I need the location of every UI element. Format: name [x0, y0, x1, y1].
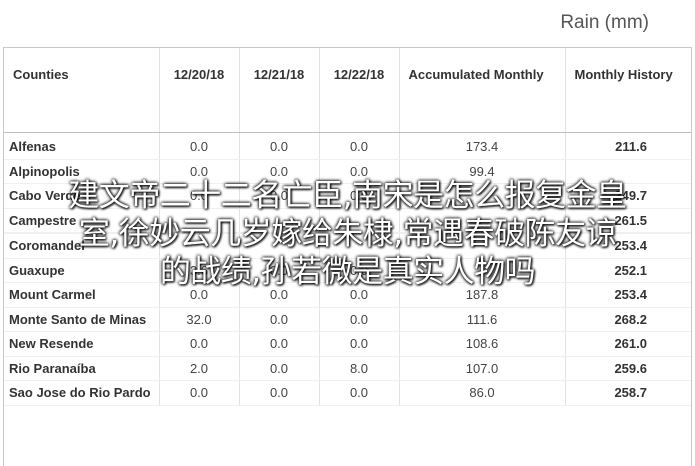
rain-value-date-1 [158, 208, 239, 233]
monthly-history-value: 253.4 [564, 233, 691, 259]
rain-value-date-3: 8.0 [318, 356, 399, 381]
rain-value-date-3 [318, 208, 399, 233]
county-name: Monte Santo de Minas [4, 307, 159, 332]
column-header-date-2[interactable]: 12/21/18 [238, 48, 319, 133]
table-row: Campestre 261.5 [4, 208, 691, 233]
table-row: Alpinopolis 0.0 0.0 0.0 99.4 [4, 159, 691, 184]
rain-value-date-1: 3.6 [158, 258, 239, 283]
rain-value-date-2 [238, 233, 319, 259]
table-header-row: Counties 12/20/18 12/21/18 12/22/18 Accu… [4, 48, 691, 133]
rain-value-date-1: 0.0 [158, 380, 239, 406]
accumulated-monthly-value: 173.4 [398, 132, 565, 160]
county-name: Rio Paranaíba [4, 356, 159, 381]
table-row: Guaxupe 3.6 0.0 0.0 252.1 [4, 258, 691, 283]
county-name: Coromandel [4, 233, 159, 259]
county-name: Alfenas [4, 132, 159, 160]
accumulated-monthly-value: 86.0 [398, 380, 565, 406]
column-header-counties[interactable]: Counties [4, 48, 159, 133]
rain-value-date-3: 0.0 [318, 159, 399, 184]
rain-table-container: Counties 12/20/18 12/21/18 12/22/18 Accu… [3, 47, 692, 466]
table-row: New Resende 0.0 0.0 0.0 108.6 261.0 [4, 331, 691, 357]
rain-value-date-1: 0.0 [158, 132, 239, 160]
monthly-history-value: 258.7 [564, 380, 691, 406]
rain-value-date-1: 0.0 [158, 282, 239, 308]
table-row: Mount Carmel 0.0 0.0 0.0 187.8 253.4 [4, 282, 691, 308]
monthly-history-value: 252.1 [564, 258, 691, 283]
rain-value-date-2 [238, 208, 319, 233]
monthly-history-value: 261.5 [564, 208, 691, 233]
rain-value-date-3 [318, 233, 399, 259]
rain-value-date-2: 0.0 [238, 331, 319, 357]
rain-value-date-2: 0.0 [238, 307, 319, 332]
monthly-history-value: 253.4 [564, 282, 691, 308]
rain-value-date-1: 2.0 [158, 356, 239, 381]
rain-value-date-3: 0.0 [318, 307, 399, 332]
chart-title: Rain (mm) [560, 12, 649, 33]
accumulated-monthly-value [398, 183, 565, 209]
rain-value-date-1: 0.0 [158, 159, 239, 184]
monthly-history-value: 268.2 [564, 307, 691, 332]
monthly-history-value [564, 159, 691, 184]
rain-value-date-3: 0.0 [318, 183, 399, 209]
table-row: Alfenas 0.0 0.0 0.0 173.4 211.6 [4, 132, 691, 160]
rain-value-date-1 [158, 233, 239, 259]
county-name: Sao Jose do Rio Pardo [4, 380, 159, 406]
table-row: Rio Paranaíba 2.0 0.0 8.0 107.0 259.6 [4, 356, 691, 381]
rain-value-date-3: 0.0 [318, 258, 399, 283]
monthly-history-value: 249.7 [564, 183, 691, 209]
rain-value-date-3: 0.0 [318, 132, 399, 160]
rain-value-date-3: 0.0 [318, 331, 399, 357]
monthly-history-value: 259.6 [564, 356, 691, 381]
county-name: Cabo Verde [4, 183, 159, 209]
rain-value-date-2: 0.0 [238, 282, 319, 308]
accumulated-monthly-value: 107.0 [398, 356, 565, 381]
accumulated-monthly-value: 111.6 [398, 307, 565, 332]
table-row: Coromandel 253.4 [4, 233, 691, 259]
rain-value-date-1: 0.0 [158, 183, 239, 209]
accumulated-monthly-value: 99.4 [398, 159, 565, 184]
county-name: Campestre [4, 208, 159, 233]
rain-value-date-2: 0.0 [238, 159, 319, 184]
county-name: Guaxupe [4, 258, 159, 283]
accumulated-monthly-value [398, 233, 565, 259]
table-row: Monte Santo de Minas 32.0 0.0 0.0 111.6 … [4, 307, 691, 332]
table-row: Cabo Verde 0.0 0.0 0.0 249.7 [4, 183, 691, 209]
rain-value-date-3: 0.0 [318, 282, 399, 308]
column-header-date-1[interactable]: 12/20/18 [158, 48, 239, 133]
monthly-history-value: 261.0 [564, 331, 691, 357]
column-header-accumulated-monthly[interactable]: Accumulated Monthly [398, 48, 565, 133]
county-name: Alpinopolis [4, 159, 159, 184]
rain-value-date-1: 32.0 [158, 307, 239, 332]
rain-value-date-2: 0.0 [238, 356, 319, 381]
rain-value-date-2: 0.0 [238, 183, 319, 209]
column-header-date-3[interactable]: 12/22/18 [318, 48, 399, 133]
rain-value-date-2: 0.0 [238, 258, 319, 283]
rain-table: Counties 12/20/18 12/21/18 12/22/18 Accu… [4, 48, 691, 406]
accumulated-monthly-value: 187.8 [398, 282, 565, 308]
rain-value-date-2: 0.0 [238, 380, 319, 406]
county-name: New Resende [4, 331, 159, 357]
rain-value-date-3: 0.0 [318, 380, 399, 406]
monthly-history-value: 211.6 [564, 132, 691, 160]
accumulated-monthly-value [398, 258, 565, 283]
table-row: Sao Jose do Rio Pardo 0.0 0.0 0.0 86.0 2… [4, 380, 691, 406]
accumulated-monthly-value: 108.6 [398, 331, 565, 357]
county-name: Mount Carmel [4, 282, 159, 308]
rain-value-date-1: 0.0 [158, 331, 239, 357]
accumulated-monthly-value [398, 208, 565, 233]
rain-value-date-2: 0.0 [238, 132, 319, 160]
column-header-monthly-history[interactable]: Monthly History [564, 48, 691, 133]
